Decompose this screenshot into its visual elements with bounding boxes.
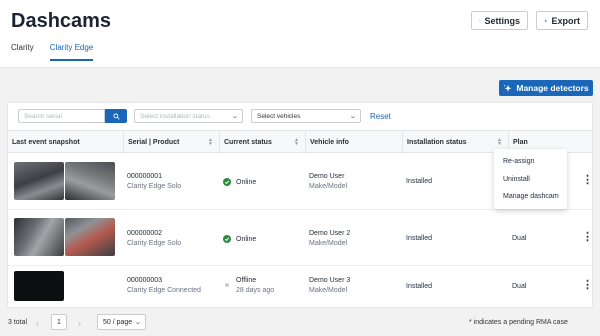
menu-item-reassign[interactable]: Re-assign <box>503 158 535 165</box>
product-name: Clarity Edge Solo <box>127 183 182 190</box>
column-header-status[interactable]: Current status ▲ ▼ <box>219 131 305 154</box>
product-name: Clarity Edge Connected <box>127 287 201 294</box>
serial-number: 000000002 <box>127 230 163 237</box>
column-header-installation[interactable]: Installation status ▲ ▼ <box>402 131 508 154</box>
page-title: Dashcams <box>11 10 112 32</box>
table-row[interactable]: 000000003 Clarity Edge Connected Offline… <box>8 266 593 308</box>
search-input[interactable] <box>18 109 105 123</box>
check-circle-icon <box>223 235 231 243</box>
status-text: Online <box>236 178 257 186</box>
status-badge: Online <box>223 178 256 186</box>
status-text: Offline <box>236 277 257 284</box>
sort-icon[interactable]: ▲ ▼ <box>497 138 502 147</box>
vehicle-model: Make/Model <box>309 183 348 190</box>
sort-icon[interactable]: ▲ ▼ <box>294 138 299 147</box>
total-count: 3 total <box>8 319 28 326</box>
product-name: Clarity Edge Solo <box>127 240 182 247</box>
chevron-down-icon: ⌄ <box>230 113 240 120</box>
manage-detectors-label: Manage detectors <box>516 83 589 93</box>
installation-status-placeholder: Select installation status <box>140 112 210 120</box>
vehicles-select[interactable]: Select vehicles ⌄ <box>251 109 361 123</box>
more-options-icon[interactable]: ⋮ <box>582 280 593 291</box>
event-snapshot-image[interactable] <box>65 162 115 200</box>
sparkle-icon <box>503 84 512 92</box>
menu-item-manage-dashcam[interactable]: Manage dashcam <box>503 193 559 200</box>
chevron-down-icon: ⌄ <box>348 113 358 120</box>
vehicle-model: Make/Model <box>309 240 348 247</box>
column-header-vehicle: Vehicle info <box>305 131 402 154</box>
product-tabs: Clarity Clarity Edge <box>11 43 94 61</box>
more-options-icon[interactable]: ⋮ <box>582 232 593 243</box>
column-header-serial[interactable]: Serial | Product ▲ ▼ <box>123 131 219 154</box>
status-badge: Online <box>223 235 256 243</box>
download-icon <box>544 19 547 22</box>
chevron-left-icon[interactable]: ‹ <box>36 318 39 328</box>
page-size-value: 50 / page <box>103 318 133 326</box>
rma-footnote: * indicates a pending RMA case <box>469 319 568 326</box>
table-row[interactable]: 000000002 Clarity Edge Solo Online Demo … <box>8 210 593 266</box>
event-snapshot-image[interactable] <box>14 218 64 256</box>
offline-dot-icon <box>225 283 229 287</box>
last-seen-text: 28 days ago <box>236 287 275 294</box>
tab-clarity-edge[interactable]: Clarity Edge <box>49 43 94 61</box>
serial-number: 000000001 <box>127 173 163 180</box>
chevron-down-icon: ⌄ <box>133 319 143 326</box>
tab-clarity[interactable]: Clarity <box>11 43 34 61</box>
settings-button[interactable]: Settings <box>471 11 528 30</box>
search-button[interactable] <box>105 109 127 123</box>
status-text: Online <box>236 235 257 243</box>
event-snapshot-image[interactable] <box>14 162 64 200</box>
page-number-current[interactable]: 1 <box>51 314 67 330</box>
filter-bar: Select installation status ⌄ Select vehi… <box>18 109 391 123</box>
vehicle-name: Demo User 3 <box>309 277 351 284</box>
settings-label: Settings <box>484 15 520 26</box>
manage-detectors-button[interactable]: Manage detectors <box>499 80 593 96</box>
plan-value: Dual <box>512 235 527 242</box>
export-label: Export <box>551 15 580 26</box>
page-size-select[interactable]: 50 / page ⌄ <box>97 314 146 330</box>
event-snapshot-image[interactable] <box>14 271 64 301</box>
installation-status: Installed <box>406 235 433 242</box>
check-circle-icon <box>223 178 231 186</box>
serial-number: 000000003 <box>127 277 163 284</box>
vehicle-name: Demo User 2 <box>309 230 351 237</box>
more-options-icon[interactable]: ⋮ <box>582 175 593 186</box>
row-actions-menu: Re-assign Uninstall Manage dashcam <box>494 149 567 209</box>
vehicle-name: Demo User <box>309 173 345 180</box>
vehicle-model: Make/Model <box>309 287 348 294</box>
vehicles-select-value: Select vehicles <box>257 112 301 120</box>
page-header: Dashcams Settings Export Clarity Clarity… <box>0 0 600 68</box>
plan-value: Dual <box>512 283 527 290</box>
chevron-right-icon[interactable]: › <box>78 318 81 328</box>
installation-status: Installed <box>406 178 433 185</box>
status-badge: Offline 28 days ago <box>223 277 274 294</box>
menu-item-uninstall[interactable]: Uninstall <box>503 176 530 183</box>
search-icon <box>112 112 120 120</box>
installation-status: Installed <box>406 283 433 290</box>
gear-icon <box>479 19 481 22</box>
event-snapshot-image[interactable] <box>65 218 115 256</box>
installation-status-select[interactable]: Select installation status ⌄ <box>134 109 243 123</box>
sort-icon[interactable]: ▲ ▼ <box>208 138 213 147</box>
column-header-snapshot: Last event snapshot <box>12 139 80 146</box>
reset-filters-link[interactable]: Reset <box>370 112 391 121</box>
export-button[interactable]: Export <box>536 11 588 30</box>
